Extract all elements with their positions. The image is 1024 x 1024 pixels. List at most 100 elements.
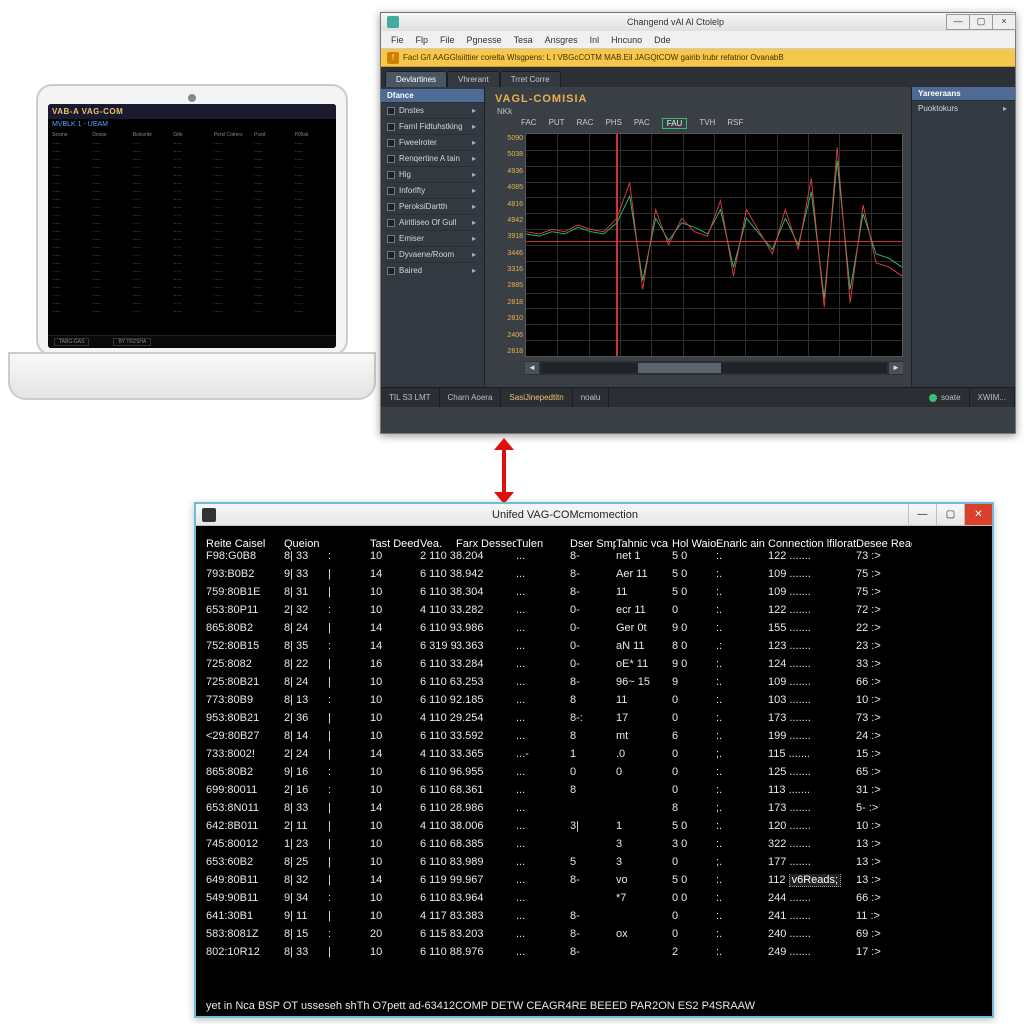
- series-tab[interactable]: PHS: [605, 118, 621, 129]
- table-row: 752:80B158| 35:146 319 93.363...0-aN 118…: [206, 640, 984, 658]
- tab[interactable]: Vhrerant: [447, 71, 500, 87]
- table-row: 653:60B28| 25|106 110 83.989...53 0;.177…: [206, 856, 984, 874]
- console-body[interactable]: Reite CaiselQueionTast DeedVea.Farx Dess…: [196, 526, 992, 1016]
- status-left[interactable]: TIL S3 LMT: [381, 388, 440, 407]
- menu-item[interactable]: Dde: [650, 35, 675, 45]
- table-row: 583:8081Z8| 15:206 115 83.203...8-ox 0:.…: [206, 928, 984, 946]
- lap-column-headers: SesmeDesseBslovriteGtfePersl ColrersPced…: [48, 130, 336, 140]
- laptop-mock: VAB-A VAG-COM MVBLK 1 - UEAM SesmeDesseB…: [8, 84, 376, 412]
- sidebar-header: Dfance: [381, 89, 484, 102]
- console-titlebar[interactable]: Unifed VAG-COMcmomection — ▢ ✕: [196, 504, 992, 526]
- chevron-right-icon: ▸: [472, 250, 480, 259]
- series-tab[interactable]: PUT: [549, 118, 565, 129]
- sidebar-item[interactable]: Fweelroter▸: [381, 134, 484, 150]
- sidebar-item[interactable]: Dyvaene/Room▸: [381, 246, 484, 262]
- series-tab[interactable]: FAC: [521, 118, 537, 129]
- close-button[interactable]: ×: [992, 14, 1016, 30]
- console-title: Unifed VAG-COMcmomection: [222, 509, 908, 521]
- status-conn[interactable]: soate: [921, 388, 970, 407]
- status-b[interactable]: SasiJinepedtitn: [501, 388, 572, 407]
- warning-icon: !: [387, 52, 399, 64]
- bullet-icon: [387, 123, 395, 131]
- lap-subtitle: MVBLK 1 - UEAM: [48, 119, 336, 130]
- table-row: 865:80B29| 16:106 110 96.955...0 0 0:.12…: [206, 766, 984, 784]
- menu-item[interactable]: File: [436, 35, 459, 45]
- console-maximize-button[interactable]: ▢: [936, 504, 964, 525]
- table-row: 653:80P112| 32:104 110 33.282...0-ecr 11…: [206, 604, 984, 622]
- chart-area[interactable]: [525, 133, 903, 357]
- console-minimize-button[interactable]: —: [908, 504, 936, 525]
- chevron-right-icon: ▸: [472, 154, 480, 163]
- sidebar-item[interactable]: PeroksiDartth▸: [381, 198, 484, 214]
- series-tab[interactable]: FAU: [662, 118, 688, 129]
- right-panel-item[interactable]: Puoktokurs ▸: [912, 100, 1015, 116]
- sidebar-item[interactable]: Baired▸: [381, 262, 484, 278]
- table-row: 802:10R128| 33|106 110 88.976...8- 2:.24…: [206, 946, 984, 964]
- table-row: 641:30B19| 11|104 117 83.383...8- 0:.241…: [206, 910, 984, 928]
- table-row: F98:G0B88| 33:102 110 38.204...8-net 15 …: [206, 550, 984, 568]
- menu-item[interactable]: Flp: [412, 35, 433, 45]
- sidebar-item[interactable]: Farnl Fidtuhstking▸: [381, 118, 484, 134]
- lap-data-rows: ········································…: [48, 140, 336, 319]
- table-row: 642:8B0112| 11|104 110 38.006...3|15 0:.…: [206, 820, 984, 838]
- table-row: 649:80B118| 32|146 119 99.967...8-vo5 0:…: [206, 874, 984, 892]
- table-row: 699:800112| 16:106 110 68.361...8 0:.113…: [206, 784, 984, 802]
- chevron-right-icon: ▸: [1003, 104, 1011, 113]
- warning-banner[interactable]: ! Facl G/I AAGGlsiittier corelta Wlsgpen…: [381, 49, 1015, 67]
- horizontal-scrollbar[interactable]: ◄ ►: [525, 361, 903, 375]
- menu-item[interactable]: Hncuno: [607, 35, 646, 45]
- table-row: 953:80B212| 36|104 110 29.254...8-:17 0:…: [206, 712, 984, 730]
- console-window: Unifed VAG-COMcmomection — ▢ ✕ Reite Cai…: [194, 502, 994, 1018]
- status-right2[interactable]: XWIM...: [970, 388, 1015, 407]
- series-tab[interactable]: TVH: [699, 118, 715, 129]
- menu-item[interactable]: Pgnesse: [463, 35, 506, 45]
- bullet-icon: [387, 107, 395, 115]
- diagnostic-window: Changend vAl Al Ctolelp — ▢ × Fie FlpFile…: [380, 12, 1016, 434]
- sidebar-item[interactable]: Renqertine A tain▸: [381, 150, 484, 166]
- plot-subtitle: NKk: [495, 107, 903, 116]
- console-icon: [202, 508, 216, 522]
- chevron-right-icon: ▸: [472, 218, 480, 227]
- tab[interactable]: Trret Corre: [500, 71, 561, 87]
- minimize-button[interactable]: —: [946, 14, 970, 30]
- lap-footer: TABG-GAS BY TRZSHA: [48, 335, 336, 348]
- window-title: Changend vAl Al Ctolelp: [405, 17, 946, 27]
- console-close-button[interactable]: ✕: [964, 504, 992, 525]
- scroll-track[interactable]: [541, 363, 887, 373]
- table-row: 759:80B1E8| 31|106 110 38.304...8-115 0:…: [206, 586, 984, 604]
- status-a[interactable]: Charn Aoera: [440, 388, 502, 407]
- bullet-icon: [387, 219, 395, 227]
- lap-title: VAB-A VAG-COM: [48, 104, 336, 119]
- menu-item[interactable]: Fie: [387, 35, 408, 45]
- menu-item[interactable]: Inl: [586, 35, 604, 45]
- menu-item[interactable]: Ansgres: [541, 35, 582, 45]
- maximize-button[interactable]: ▢: [969, 14, 993, 30]
- series-tab[interactable]: RSF: [727, 118, 743, 129]
- table-row: 725:80B218| 24|106 110 63.253...8-96~ 15…: [206, 676, 984, 694]
- series-tab[interactable]: RAC: [577, 118, 594, 129]
- tab-bar: DevlartinesVhrerantTrret Corre: [381, 67, 1015, 87]
- scroll-left-button[interactable]: ◄: [525, 362, 539, 374]
- table-row: 865:80B28| 24|146 110 93.986...0-Ger 0t9…: [206, 622, 984, 640]
- tab[interactable]: Devlartines: [385, 71, 447, 87]
- y-axis-labels: 5090503849364085481649423918344633162885…: [495, 133, 525, 357]
- series-tab[interactable]: PAC: [634, 118, 650, 129]
- sidebar-item[interactable]: Hig▸: [381, 166, 484, 182]
- sidebar-item[interactable]: Airitliseo Of Gull▸: [381, 214, 484, 230]
- bullet-icon: [387, 203, 395, 211]
- scroll-right-button[interactable]: ►: [889, 362, 903, 374]
- menu-item[interactable]: Tesa: [510, 35, 537, 45]
- laptop-base: [8, 352, 376, 400]
- chevron-right-icon: ▸: [472, 234, 480, 243]
- table-row: 745:800121| 23|106 110 68.385...33 0:.32…: [206, 838, 984, 856]
- sidebar-item[interactable]: Emiser▸: [381, 230, 484, 246]
- titlebar[interactable]: Changend vAl Al Ctolelp — ▢ ×: [381, 13, 1015, 31]
- scroll-thumb[interactable]: [638, 363, 721, 373]
- console-headers: Reite CaiselQueionTast DeedVea.Farx Dess…: [206, 538, 984, 550]
- table-row: 725:80828| 22|166 110 33.284...0-oE* 119…: [206, 658, 984, 676]
- status-c[interactable]: noalu: [573, 388, 610, 407]
- sidebar-item[interactable]: Inforlfty▸: [381, 182, 484, 198]
- sidebar-item[interactable]: Dnstes▸: [381, 102, 484, 118]
- chevron-right-icon: ▸: [472, 170, 480, 179]
- bullet-icon: [387, 171, 395, 179]
